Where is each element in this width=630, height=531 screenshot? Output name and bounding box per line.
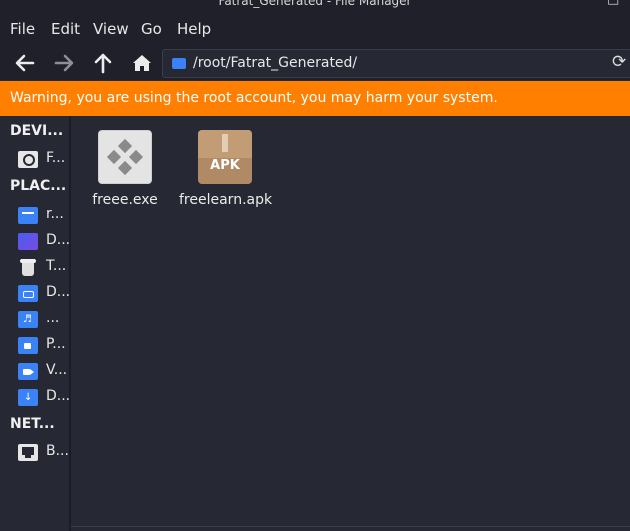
minimize-button[interactable]: – <box>583 0 590 7</box>
file-item[interactable]: freee.exe <box>85 130 165 208</box>
network-icon <box>18 444 38 461</box>
maximize-button[interactable]: □ <box>607 0 619 7</box>
trash-icon <box>18 259 38 276</box>
sidebar-item-label: T... <box>46 258 67 274</box>
sidebar: DEVI... F... PLAC... r... D... T... D...… <box>0 116 71 531</box>
home-button[interactable] <box>127 48 157 78</box>
pictures-folder-icon <box>18 337 38 354</box>
sidebar-item-root[interactable]: r... <box>18 204 70 226</box>
menu-edit[interactable]: Edit <box>51 20 80 38</box>
file-name: freee.exe <box>92 192 158 208</box>
warning-text: Warning, you are using the root account,… <box>10 90 498 106</box>
statusbar-divider <box>71 526 630 527</box>
apk-badge: APK <box>210 158 240 173</box>
location-bar[interactable]: /root/Fatrat_Generated/ ⟳ <box>162 49 630 78</box>
sidebar-item-music[interactable]: ♬ ... <box>18 308 70 330</box>
menubar: File Edit View Go Help <box>0 14 630 46</box>
file-view[interactable]: freee.exe APK freelearn.apk <box>71 116 630 531</box>
downloads-folder-icon: ↓ <box>18 389 38 406</box>
desktop-icon <box>18 233 38 250</box>
sidebar-item-label: V... <box>46 362 68 378</box>
root-warning-banner: Warning, you are using the root account,… <box>0 81 630 116</box>
sidebar-item-label: ... <box>46 310 60 326</box>
arrow-up-icon <box>94 53 112 74</box>
folder-icon <box>172 58 186 69</box>
menu-view[interactable]: View <box>93 20 129 38</box>
sidebar-section-network[interactable]: NET... <box>10 416 55 432</box>
up-button[interactable] <box>88 48 118 78</box>
file-item[interactable]: APK freelearn.apk <box>179 130 273 208</box>
file-name: freelearn.apk <box>179 192 273 208</box>
sidebar-item-videos[interactable]: V... <box>18 360 70 382</box>
sidebar-item-label: B... <box>46 443 69 459</box>
window-titlebar: Fatrat_Generated - File Manager – □ <box>0 0 630 14</box>
sidebar-item-label: P... <box>46 336 66 352</box>
forward-button[interactable] <box>49 48 79 78</box>
sidebar-item-label: D... <box>46 232 71 248</box>
sidebar-item-downloads[interactable]: ↓ D... <box>18 386 70 408</box>
sidebar-item-documents[interactable]: D... <box>18 282 70 304</box>
arrow-right-icon <box>54 54 74 72</box>
apk-file-icon: APK <box>198 130 252 184</box>
sidebar-item-pictures[interactable]: P... <box>18 334 70 356</box>
arrow-left-icon <box>15 54 35 72</box>
sidebar-item-label: D... <box>46 388 71 404</box>
exe-file-icon <box>98 130 152 184</box>
sidebar-item-trash[interactable]: T... <box>18 256 70 278</box>
back-button[interactable] <box>10 48 40 78</box>
location-path: /root/Fatrat_Generated/ <box>193 55 358 71</box>
sidebar-item-label: r... <box>46 206 64 222</box>
sidebar-section-devices[interactable]: DEVI... <box>10 123 63 139</box>
sidebar-item-browse-network[interactable]: B... <box>18 441 70 463</box>
videos-folder-icon <box>18 363 38 380</box>
toolbar: /root/Fatrat_Generated/ ⟳ <box>0 46 630 80</box>
drive-icon <box>18 151 38 168</box>
home-folder-icon <box>18 207 38 224</box>
menu-go[interactable]: Go <box>141 20 162 38</box>
sidebar-section-places[interactable]: PLAC... <box>10 178 66 194</box>
menu-help[interactable]: Help <box>177 20 211 38</box>
music-folder-icon: ♬ <box>18 311 38 328</box>
reload-icon[interactable]: ⟳ <box>612 52 626 72</box>
window-title: Fatrat_Generated - File Manager <box>218 0 412 8</box>
documents-folder-icon <box>18 285 38 302</box>
sidebar-item-label: D... <box>46 284 71 300</box>
menu-file[interactable]: File <box>10 20 35 38</box>
home-icon <box>133 55 151 71</box>
sidebar-item-label: F... <box>46 150 66 166</box>
sidebar-item-desktop[interactable]: D... <box>18 230 70 252</box>
sidebar-item-filesystem[interactable]: F... <box>18 148 70 170</box>
